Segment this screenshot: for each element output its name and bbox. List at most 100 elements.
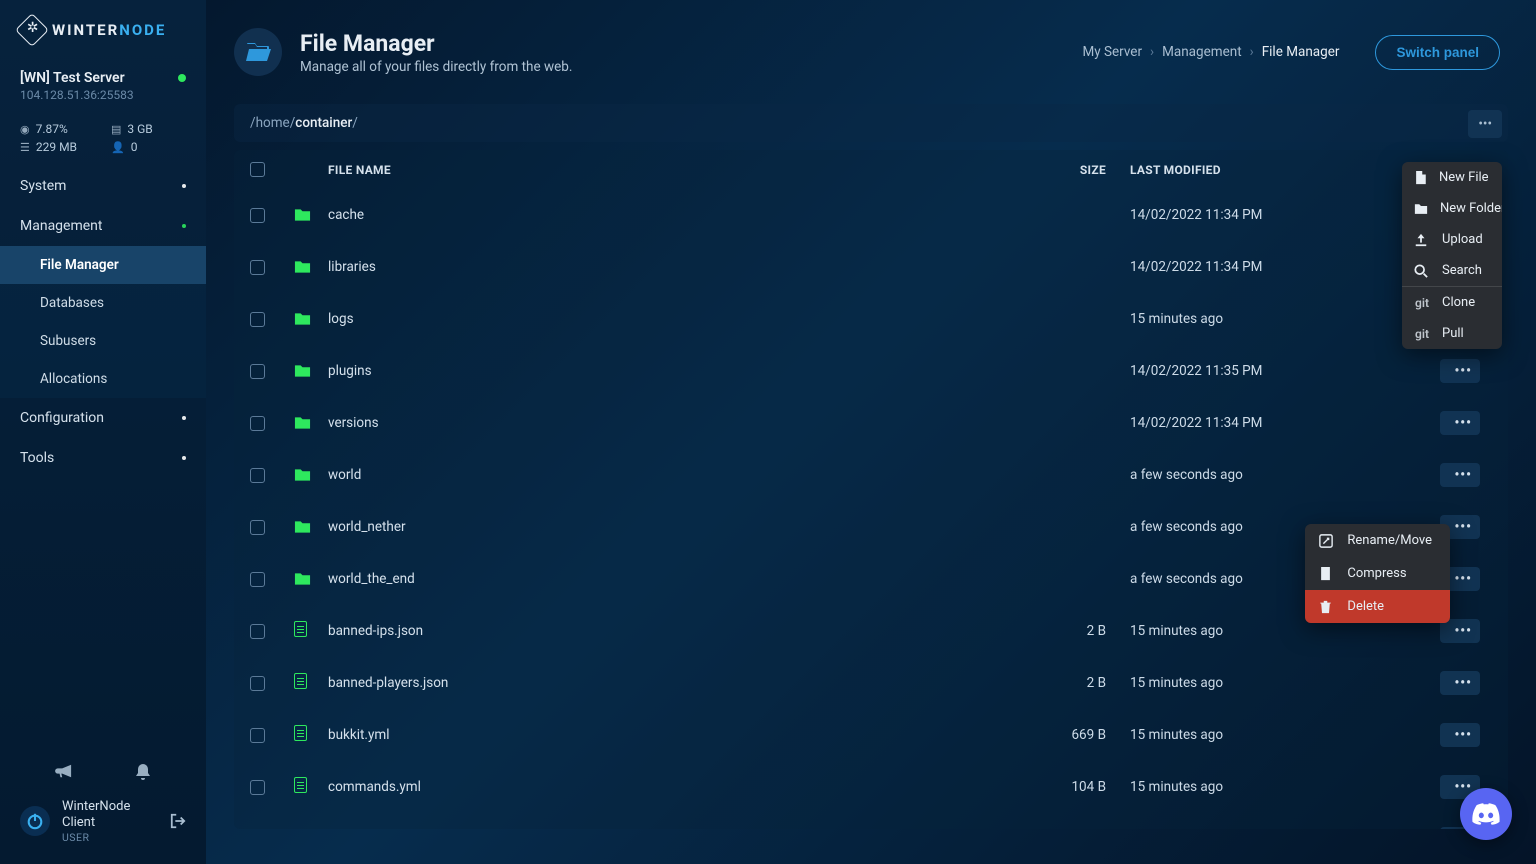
col-size[interactable]: SIZE — [970, 163, 1130, 177]
table-row[interactable]: bukkit.yml669 B15 minutes ago••• — [234, 709, 1508, 761]
file-icon — [294, 777, 307, 793]
brand-winter: WINTER — [52, 21, 119, 39]
row-more-button[interactable]: ••• — [1440, 723, 1480, 747]
menu-rename[interactable]: Rename/Move — [1305, 524, 1450, 557]
switch-panel-button[interactable]: Switch panel — [1375, 35, 1500, 70]
folder-icon — [1414, 203, 1428, 215]
row-more-button[interactable]: ••• — [1440, 359, 1480, 383]
row-checkbox[interactable] — [250, 364, 265, 379]
power-icon — [20, 806, 50, 836]
path-more-button[interactable]: ••• — [1468, 110, 1502, 138]
row-checkbox[interactable] — [250, 260, 265, 275]
nav-sub-subusers[interactable]: Subusers — [0, 322, 206, 360]
table-header: FILE NAME SIZE LAST MODIFIED — [234, 150, 1508, 189]
file-name: logs — [328, 311, 354, 327]
dot-icon — [182, 416, 186, 420]
crumb-server[interactable]: My Server — [1082, 44, 1142, 60]
row-checkbox[interactable] — [250, 728, 265, 743]
bell-icon[interactable] — [135, 763, 151, 781]
file-icon — [294, 725, 307, 741]
row-more-button[interactable]: ••• — [1440, 671, 1480, 695]
row-checkbox[interactable] — [250, 208, 265, 223]
table-row[interactable]: libraries14/02/2022 11:34 PM••• — [234, 241, 1508, 293]
table-body: cache 14/02/2022 11:34 PM ••• libraries14/0… — [234, 189, 1508, 829]
row-more-button[interactable]: ••• — [1440, 463, 1480, 487]
table-row[interactable]: plugins14/02/2022 11:35 PM••• — [234, 345, 1508, 397]
nav-configuration[interactable]: Configuration — [0, 398, 206, 438]
menu-git-pull[interactable]: git Pull — [1402, 318, 1502, 349]
server-card[interactable]: [WN] Test Server 104.128.51.36:25583 — [0, 58, 206, 116]
file-modified: 15 minutes ago — [1130, 779, 1440, 795]
row-more-button[interactable]: ••• — [1440, 411, 1480, 435]
row-checkbox[interactable] — [250, 416, 265, 431]
hdd-icon: ▤ — [111, 123, 121, 136]
col-filename[interactable]: FILE NAME — [328, 163, 970, 177]
path-home[interactable]: home — [256, 115, 290, 131]
folder-icon — [294, 468, 328, 482]
row-checkbox[interactable] — [250, 572, 265, 587]
folder-icon — [294, 520, 328, 534]
table-row[interactable]: cache14/02/2022 11:34 PM••• — [234, 189, 1508, 241]
nav-tools[interactable]: Tools — [0, 438, 206, 478]
row-checkbox[interactable] — [250, 780, 265, 795]
nav-sub-databases[interactable]: Databases — [0, 284, 206, 322]
row-checkbox[interactable] — [250, 520, 265, 535]
table-row[interactable]: commands.yml104 B15 minutes ago••• — [234, 761, 1508, 813]
nav: System Management File Manager Databases… — [0, 166, 206, 745]
server-name: [WN] Test Server — [20, 70, 186, 86]
menu-git-clone[interactable]: git Clone — [1402, 287, 1502, 318]
nav-system[interactable]: System — [0, 166, 206, 206]
path-container[interactable]: container — [295, 115, 352, 131]
file-modified: a few seconds ago — [1130, 467, 1440, 483]
file-modified: 15 minutes ago — [1130, 311, 1440, 327]
memory-icon: ☰ — [20, 141, 30, 154]
menu-new-folder[interactable]: New Folder — [1402, 193, 1502, 224]
user-name-2: Client — [62, 815, 158, 831]
nav-sub-file-manager[interactable]: File Manager — [0, 246, 206, 284]
row-checkbox[interactable] — [250, 468, 265, 483]
user-card[interactable]: WinterNode Client USER — [0, 789, 206, 855]
file-plus-icon — [1414, 171, 1427, 185]
crumb-management[interactable]: Management — [1162, 44, 1242, 60]
status-dot-icon — [178, 74, 186, 82]
file-name: cache — [328, 207, 364, 223]
file-modified: 14/02/2022 11:34 PM — [1130, 207, 1440, 223]
row-checkbox[interactable] — [250, 312, 265, 327]
logout-icon[interactable] — [170, 813, 186, 829]
menu-delete[interactable]: Delete — [1305, 590, 1450, 623]
menu-upload[interactable]: Upload — [1402, 224, 1502, 255]
table-row[interactable]: disable_prompt_for_java_version16 B21/02… — [234, 813, 1508, 829]
chevron-right-icon: › — [1250, 44, 1254, 60]
file-modified: 14/02/2022 11:35 PM — [1130, 363, 1440, 379]
nav-management[interactable]: Management — [0, 206, 206, 246]
megaphone-icon[interactable] — [55, 763, 73, 781]
select-all-checkbox[interactable] — [250, 162, 265, 177]
stat-players: 👤0 — [111, 140, 186, 154]
menu-new-file[interactable]: New File — [1402, 162, 1502, 193]
user-name-1: WinterNode — [62, 799, 158, 815]
sidebar-footer: WinterNode Client USER — [0, 745, 206, 864]
table-row[interactable]: banned-players.json2 B15 minutes ago••• — [234, 657, 1508, 709]
git-label: git — [1414, 327, 1430, 341]
menu-search[interactable]: Search — [1402, 255, 1502, 286]
archive-icon — [1319, 567, 1335, 581]
menu-compress[interactable]: Compress — [1305, 557, 1450, 590]
folder-icon — [294, 260, 328, 274]
row-checkbox[interactable] — [250, 676, 265, 691]
page-header: File Manager Manage all of your files di… — [206, 0, 1536, 94]
dot-icon — [182, 456, 186, 460]
file-name: commands.yml — [328, 779, 421, 795]
nav-sub-allocations[interactable]: Allocations — [0, 360, 206, 398]
brand[interactable]: WINTERNODE — [0, 0, 206, 58]
file-name: world_nether — [328, 519, 406, 535]
discord-button[interactable] — [1460, 788, 1512, 840]
path-bar[interactable]: / home / container / ••• — [234, 104, 1508, 142]
folder-icon — [294, 364, 328, 378]
table-row[interactable]: worlda few seconds ago••• — [234, 449, 1508, 501]
row-checkbox[interactable] — [250, 624, 265, 639]
stat-cpu: ◉7.87% — [20, 122, 95, 136]
table-row[interactable]: logs15 minutes ago••• — [234, 293, 1508, 345]
folder-open-icon — [234, 28, 282, 76]
table-row[interactable]: versions14/02/2022 11:34 PM••• — [234, 397, 1508, 449]
col-modified[interactable]: LAST MODIFIED — [1130, 163, 1440, 177]
